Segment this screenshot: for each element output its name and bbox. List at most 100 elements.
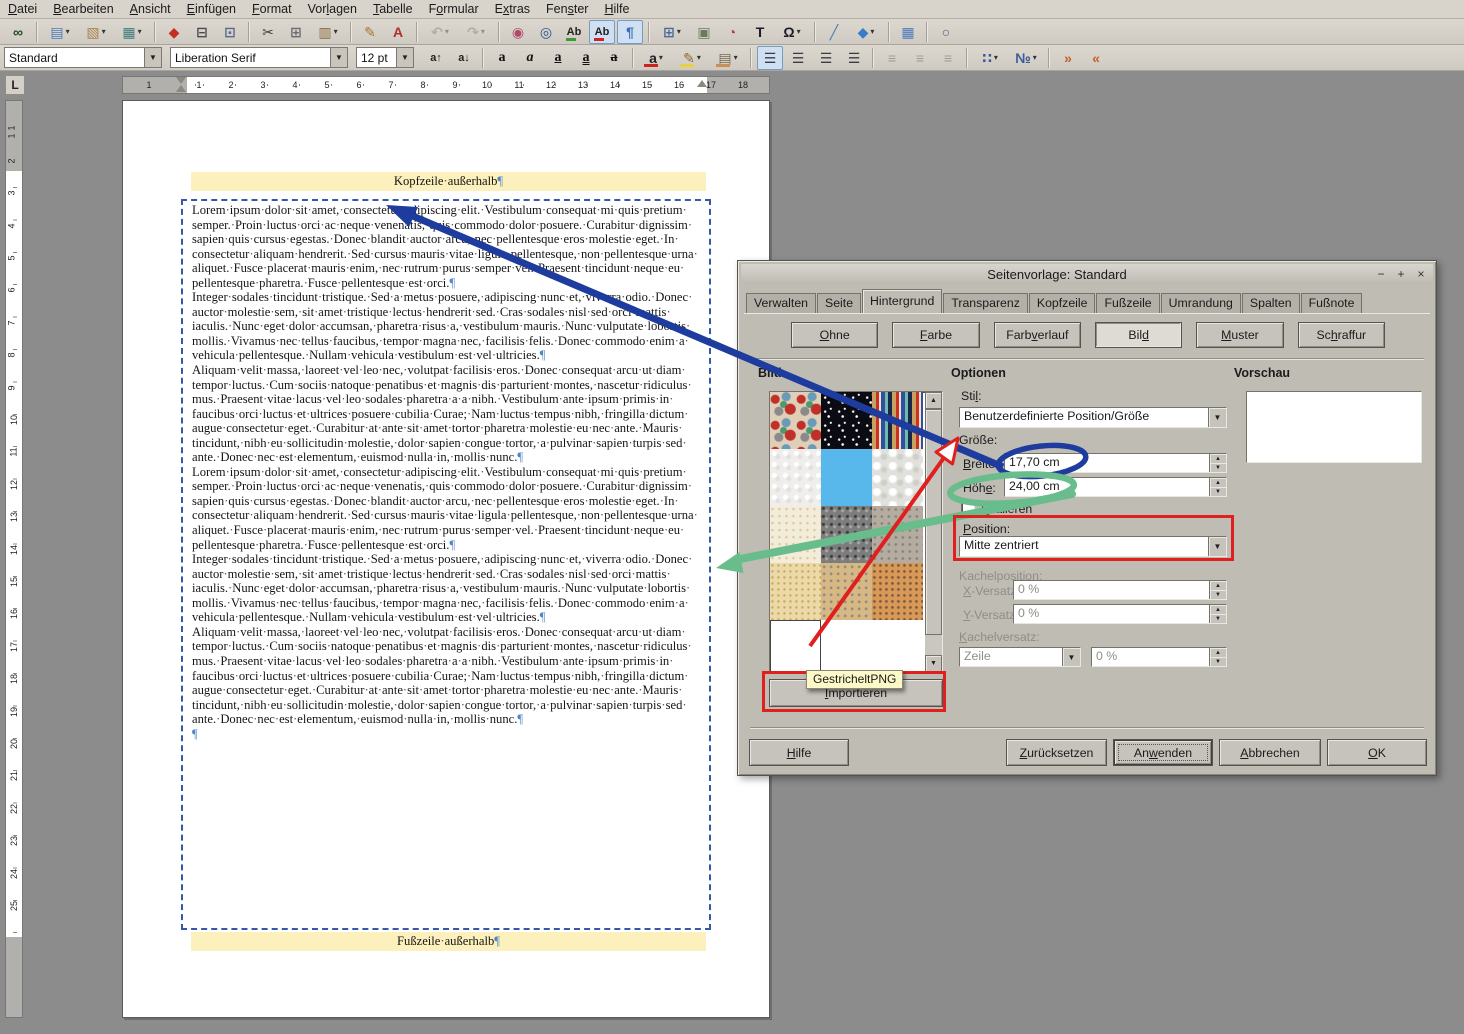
menu-vorlagen[interactable]: Vorlagen bbox=[300, 1, 365, 17]
clone-formatting-icon[interactable]: ✎ bbox=[357, 20, 383, 44]
insert-chart-icon[interactable]: ◔ bbox=[719, 20, 745, 44]
image-list-scrollbar[interactable]: ▲ ▼ bbox=[925, 392, 942, 672]
image-list[interactable]: ▲ ▼ bbox=[769, 391, 943, 673]
image-thumbnail-sand[interactable] bbox=[821, 563, 872, 620]
document-paragraph[interactable]: ¶ bbox=[192, 727, 705, 742]
abbrechen-button[interactable]: Abbrechen bbox=[1219, 739, 1321, 766]
document-paragraph[interactable]: Integer·sodales·tincidunt·tristique.·Sed… bbox=[192, 290, 705, 363]
image-thumbnail-marble[interactable] bbox=[872, 449, 923, 506]
menu-formular[interactable]: Formular bbox=[421, 1, 487, 17]
shrink-font-icon[interactable]: a↓ bbox=[451, 46, 477, 70]
image-thumbnail-sky-blue[interactable] bbox=[821, 449, 872, 506]
align-left-icon[interactable]: ☰ bbox=[757, 46, 783, 70]
tab-transparenz[interactable]: Transparenz bbox=[943, 293, 1028, 313]
fill-type-muster[interactable]: Muster bbox=[1196, 322, 1283, 348]
spin-up-icon[interactable]: ▲ bbox=[1210, 454, 1226, 463]
chevron-down-icon[interactable]: ▼ bbox=[1208, 408, 1226, 427]
chevron-down-icon[interactable]: ▾ bbox=[659, 53, 663, 62]
document-paragraph[interactable]: Lorem·ipsum·dolor·sit·amet,·consectetur·… bbox=[192, 465, 705, 552]
paragraph-style-combo[interactable]: Standard ▼ bbox=[4, 47, 162, 68]
zuruecksetzen-button[interactable]: Zurücksetzen bbox=[1006, 739, 1107, 766]
image-thumbnail-sand-light[interactable] bbox=[770, 563, 821, 620]
insert-textbox-icon[interactable]: T bbox=[747, 20, 773, 44]
indent-marker-right[interactable] bbox=[697, 80, 707, 87]
insert-table-icon[interactable]: ⊞▾ bbox=[655, 20, 689, 44]
open-icon[interactable]: ▧▾ bbox=[79, 20, 113, 44]
tab-fuzeile[interactable]: Fußzeile bbox=[1096, 293, 1159, 313]
new-document-icon[interactable]: ▤▾ bbox=[43, 20, 77, 44]
menu-einfgen[interactable]: Einfügen bbox=[179, 1, 244, 17]
anwenden-button[interactable]: Anwenden bbox=[1113, 739, 1213, 766]
print-preview-icon[interactable]: ⊡ bbox=[217, 20, 243, 44]
fill-type-farbverlauf[interactable]: Farbverlauf bbox=[994, 322, 1081, 348]
save-icon[interactable]: ▦▾ bbox=[115, 20, 149, 44]
breite-value[interactable]: 17,70 cm bbox=[1005, 454, 1209, 472]
document-paragraph[interactable]: Lorem·ipsum·dolor·sit·amet,·consectetur·… bbox=[192, 203, 705, 290]
background-color-icon[interactable]: ▤▾ bbox=[711, 46, 745, 70]
chevron-down-icon[interactable]: ▾ bbox=[481, 27, 485, 36]
tab-seite[interactable]: Seite bbox=[817, 293, 861, 313]
breite-spinner[interactable]: 17,70 cm ▲▼ bbox=[1004, 453, 1227, 473]
zoom-icon[interactable]: ○ bbox=[933, 20, 959, 44]
cut-icon[interactable]: ✂ bbox=[255, 20, 281, 44]
grow-font-icon[interactable]: a↑ bbox=[423, 46, 449, 70]
auto-spellcheck-icon[interactable]: Ab bbox=[589, 20, 615, 44]
chevron-down-icon[interactable]: ▾ bbox=[138, 27, 142, 36]
fill-type-bild[interactable]: Bild bbox=[1095, 322, 1182, 348]
justify-icon[interactable]: ☰ bbox=[841, 46, 867, 70]
fill-type-schraffur[interactable]: Schraffur bbox=[1298, 322, 1385, 348]
numbered-list-icon[interactable]: №▾ bbox=[1009, 46, 1043, 70]
minimize-button[interactable]: − bbox=[1373, 266, 1389, 282]
image-thumbnail-flowers[interactable] bbox=[770, 392, 821, 449]
chevron-down-icon[interactable]: ▾ bbox=[445, 27, 449, 36]
font-size-combo[interactable]: 12 pt ▼ bbox=[356, 47, 414, 68]
hoehe-value[interactable]: 24,00 cm bbox=[1005, 478, 1209, 496]
image-thumbnail-granite-dark[interactable] bbox=[821, 506, 872, 563]
fill-type-farbe[interactable]: Farbe bbox=[892, 322, 979, 348]
chevron-down-icon[interactable]: ▾ bbox=[734, 53, 738, 62]
find-icon[interactable]: ∞ bbox=[5, 20, 31, 44]
vertical-ruler[interactable]: 1 12345678910111213141516171819202122232… bbox=[5, 100, 23, 1018]
insert-line-icon[interactable]: ╱ bbox=[821, 20, 847, 44]
skalieren-checkbox[interactable] bbox=[961, 502, 975, 516]
chevron-down-icon[interactable]: ▾ bbox=[797, 27, 801, 36]
chevron-down-icon[interactable]: ▾ bbox=[677, 27, 681, 36]
chevron-down-icon[interactable]: ▾ bbox=[102, 27, 106, 36]
align-right-icon[interactable]: ☰ bbox=[813, 46, 839, 70]
menu-fenster[interactable]: Fenster bbox=[538, 1, 596, 17]
image-thumbnail-gestrichelt-png[interactable] bbox=[770, 620, 821, 673]
copy-icon[interactable]: ⊞ bbox=[283, 20, 309, 44]
tab-hintergrund[interactable]: Hintergrund bbox=[862, 289, 942, 313]
document-text[interactable]: Lorem·ipsum·dolor·sit·amet,·consectetur·… bbox=[192, 203, 705, 741]
spelling-icon[interactable]: Ab bbox=[561, 20, 587, 44]
tab-funote[interactable]: Fußnote bbox=[1301, 293, 1363, 313]
navigator-icon[interactable]: ◎ bbox=[533, 20, 559, 44]
page-footer[interactable]: Fußzeile·außerhalb¶ bbox=[191, 932, 706, 951]
scrollbar-thumb[interactable] bbox=[925, 409, 942, 635]
menu-extras[interactable]: Extras bbox=[487, 1, 538, 17]
document-paragraph[interactable]: Aliquam·velit·massa,·laoreet·vel·leo·nec… bbox=[192, 625, 705, 727]
indent-marker-left[interactable] bbox=[176, 77, 186, 92]
page-header[interactable]: Kopfzeile·außerhalb¶ bbox=[191, 172, 706, 191]
basic-shapes-icon[interactable]: ◆▾ bbox=[849, 20, 883, 44]
image-thumbnail-concrete[interactable] bbox=[872, 506, 923, 563]
tab-verwalten[interactable]: Verwalten bbox=[746, 293, 816, 313]
menu-hilfe[interactable]: Hilfe bbox=[596, 1, 637, 17]
fill-type-ohne[interactable]: Ohne bbox=[791, 322, 878, 348]
image-thumbnail-paper-white[interactable] bbox=[770, 449, 821, 506]
chevron-down-icon[interactable]: ▾ bbox=[697, 53, 701, 62]
undo-icon[interactable]: ↶▾ bbox=[423, 20, 457, 44]
tab-umrandung[interactable]: Umrandung bbox=[1161, 293, 1241, 313]
line-spacing-icon[interactable]: ≡ bbox=[879, 46, 905, 70]
highlight-color-icon[interactable]: ✎▾ bbox=[675, 46, 709, 70]
document-page[interactable]: Kopfzeile·außerhalb¶ Lorem·ipsum·dolor·s… bbox=[122, 100, 770, 1018]
menu-tabelle[interactable]: Tabelle bbox=[365, 1, 421, 17]
increase-indent-icon[interactable]: » bbox=[1055, 46, 1081, 70]
redo-icon[interactable]: ↷▾ bbox=[459, 20, 493, 44]
align-center-icon[interactable]: ☰ bbox=[785, 46, 811, 70]
image-thumbnail-stripes[interactable] bbox=[872, 392, 923, 449]
strikethrough-icon[interactable]: a bbox=[601, 46, 627, 70]
print-icon[interactable]: ⊟ bbox=[189, 20, 215, 44]
font-name-combo[interactable]: Liberation Serif ▼ bbox=[170, 47, 348, 68]
document-paragraph[interactable]: Integer·sodales·tincidunt·tristique.·Sed… bbox=[192, 552, 705, 625]
